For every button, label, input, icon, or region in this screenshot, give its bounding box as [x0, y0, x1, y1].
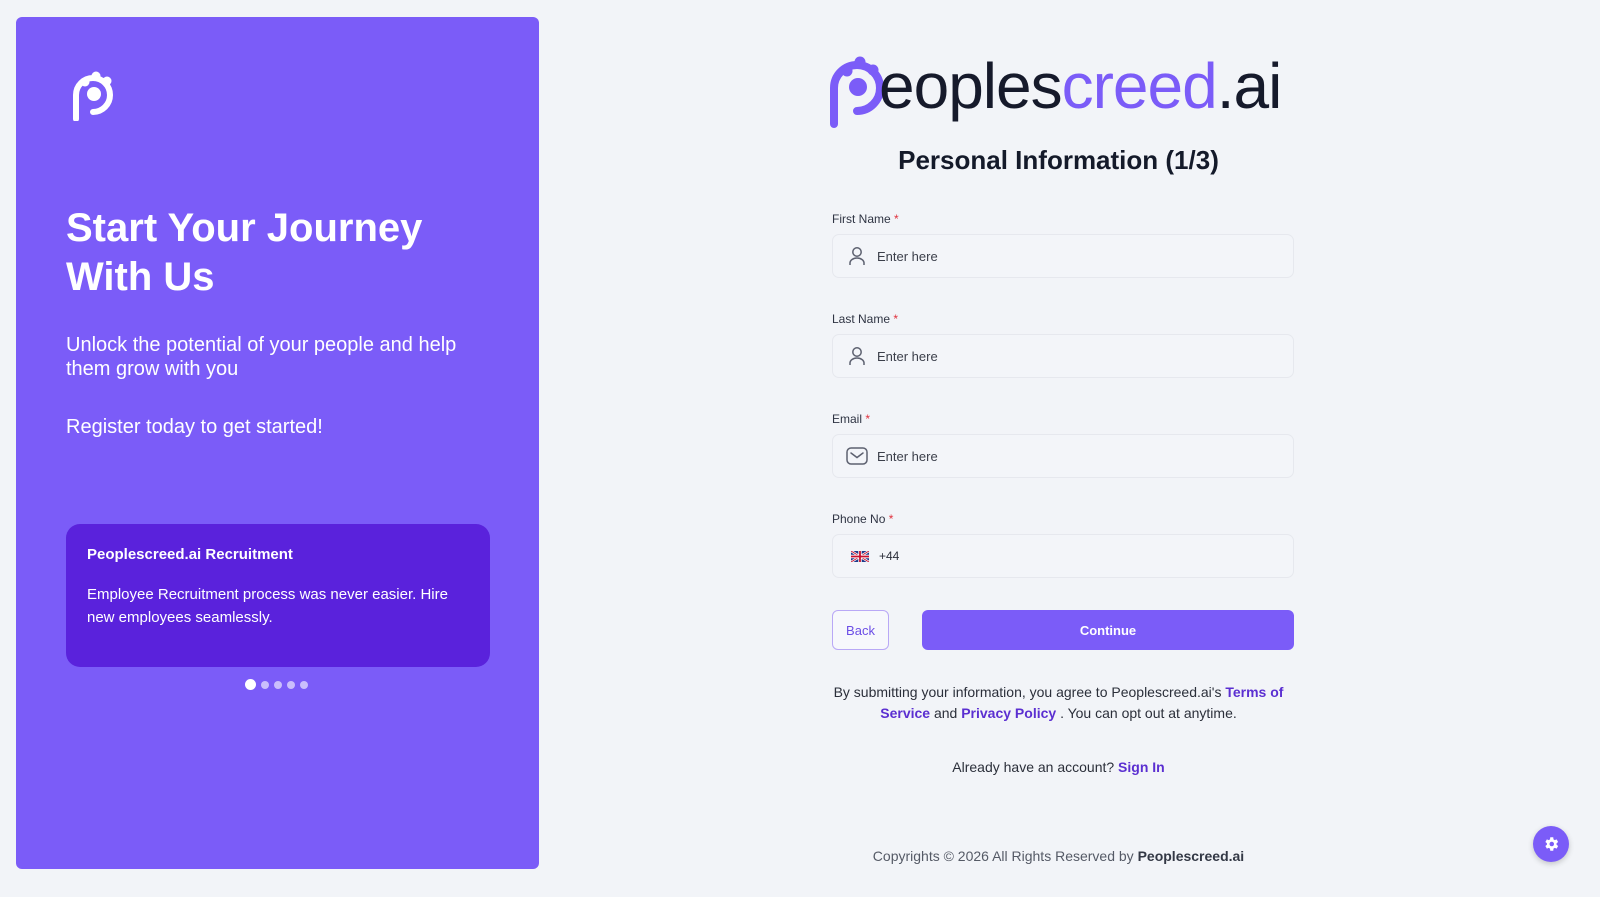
carousel-dot-1[interactable] — [245, 679, 256, 690]
phone-label: Phone No * — [832, 512, 894, 526]
carousel-dots — [245, 679, 308, 690]
brand-mark-icon — [73, 71, 113, 121]
svg-text:eoplescreed.ai: eoplescreed.ai — [879, 50, 1281, 122]
slide-title: Peoplescreed.ai Recruitment — [87, 546, 293, 563]
hero-subtitle: Unlock the potential of your people and … — [66, 334, 457, 380]
copyright-footer: Copyrights © 2026 All Rights Reserved by… — [872, 848, 1245, 864]
back-button[interactable]: Back — [832, 610, 889, 650]
email-label: Email * — [832, 412, 871, 426]
continue-button[interactable]: Continue — [922, 610, 1294, 650]
logo-text-dark: eoples — [879, 50, 1062, 122]
carousel-slide: Peoplescreed.ai Recruitment Employee Rec… — [66, 524, 490, 667]
settings-button[interactable] — [1533, 826, 1569, 862]
carousel-dot-5[interactable] — [300, 680, 308, 689]
first-name-label: First Name * — [832, 212, 899, 226]
carousel-dot-4[interactable] — [287, 680, 295, 689]
form-title: Personal Information (1/3) — [898, 145, 1219, 175]
email-field: Email * — [832, 412, 1294, 478]
email-input[interactable] — [877, 448, 1293, 464]
last-name-label: Last Name * — [832, 312, 899, 326]
last-name-input[interactable] — [877, 348, 1293, 364]
last-name-field: Last Name * — [832, 312, 1294, 378]
privacy-policy-link[interactable]: Privacy Policy — [961, 705, 1056, 721]
hero-cta-text: Register today to get started! — [66, 416, 323, 438]
user-icon — [846, 245, 868, 267]
phone-field: Phone No * +44 — [832, 512, 1294, 578]
first-name-box[interactable] — [832, 234, 1294, 278]
hero-title: Start Your Journey With Us — [66, 206, 423, 299]
first-name-field: First Name * — [832, 212, 1294, 278]
copyright-brand: Peoplescreed.ai — [1137, 848, 1245, 864]
email-box[interactable] — [832, 434, 1294, 478]
gear-icon — [1545, 837, 1559, 851]
carousel-dot-2[interactable] — [261, 680, 269, 689]
peoplescreed-logo: eoplescreed.ai — [830, 50, 1282, 128]
user-icon — [846, 345, 868, 367]
first-name-input[interactable] — [877, 248, 1293, 264]
slide-text: Employee Recruitment process was never e… — [87, 586, 448, 626]
uk-flag-icon[interactable] — [851, 550, 869, 562]
sign-in-link[interactable]: Sign In — [1118, 759, 1165, 775]
phone-input[interactable] — [908, 548, 1293, 564]
dial-code[interactable]: +44 — [879, 549, 899, 563]
promo-panel: Start Your Journey With Us Unlock the po… — [16, 17, 539, 869]
logo-text-suffix: .ai — [1217, 50, 1282, 122]
consent-text: By submitting your information, you agre… — [833, 684, 1284, 721]
last-name-box[interactable] — [832, 334, 1294, 378]
mail-icon — [846, 445, 868, 467]
carousel-dot-3[interactable] — [274, 680, 282, 689]
phone-box[interactable]: +44 — [832, 534, 1294, 578]
signin-prompt: Already have an account? Sign In — [952, 759, 1165, 775]
logo-text-purple: creed — [1062, 50, 1217, 122]
